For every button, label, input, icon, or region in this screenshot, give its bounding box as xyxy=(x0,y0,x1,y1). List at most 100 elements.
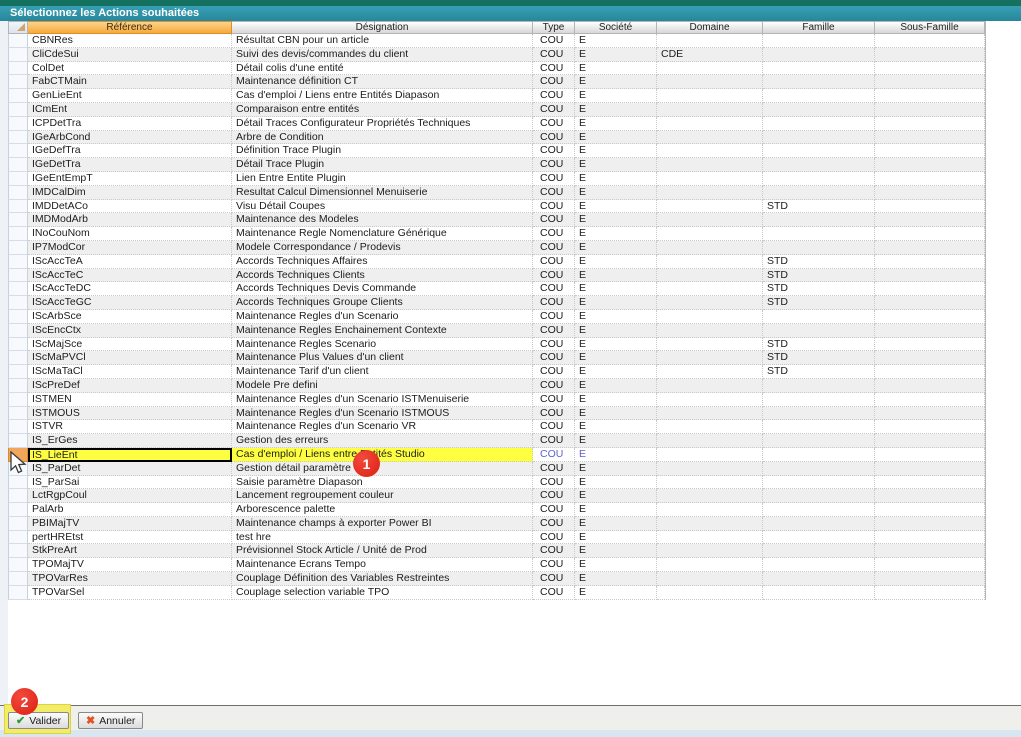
row-selector-cell[interactable] xyxy=(8,117,28,131)
cell-des-cell: Détail Traces Configurateur Propriétés T… xyxy=(232,117,533,131)
row-selector-cell[interactable] xyxy=(8,572,28,586)
table-row[interactable]: ISTVRMaintenance Regles d'un Scenario VR… xyxy=(8,420,985,434)
table-row[interactable]: ISTMENMaintenance Regles d'un Scenario I… xyxy=(8,393,985,407)
column-header-type[interactable]: Type xyxy=(533,21,575,34)
row-selector-cell[interactable] xyxy=(8,489,28,503)
row-selector-cell[interactable] xyxy=(8,407,28,421)
select-all-corner-cell[interactable] xyxy=(8,21,28,34)
table-row[interactable]: IS_ParDetGestion détail paramètreCOUE xyxy=(8,462,985,476)
column-header-sfam[interactable]: Sous-Famille xyxy=(875,21,985,34)
row-selector-cell[interactable] xyxy=(8,172,28,186)
table-row[interactable]: pertHREtsttest hreCOUE xyxy=(8,531,985,545)
table-row[interactable]: IScAccTeCAccords Techniques ClientsCOUES… xyxy=(8,269,985,283)
cell-sfam xyxy=(875,103,985,117)
table-row[interactable]: IMDModArbMaintenance des ModelesCOUE xyxy=(8,213,985,227)
row-selector-cell[interactable] xyxy=(8,241,28,255)
row-selector-cell[interactable] xyxy=(8,517,28,531)
row-selector-cell[interactable] xyxy=(8,393,28,407)
row-selector-cell[interactable] xyxy=(8,75,28,89)
row-selector-cell[interactable] xyxy=(8,144,28,158)
table-row[interactable]: IS_ParSaiSaisie paramètre DiapasonCOUE xyxy=(8,476,985,490)
row-selector-cell[interactable] xyxy=(8,200,28,214)
row-selector-cell[interactable] xyxy=(8,310,28,324)
row-selector-cell[interactable] xyxy=(8,282,28,296)
table-row[interactable]: IP7ModCorModele Correspondance / Prodevi… xyxy=(8,241,985,255)
step-1-badge: 1 xyxy=(353,450,380,477)
row-selector-cell[interactable] xyxy=(8,269,28,283)
row-selector-cell[interactable] xyxy=(8,476,28,490)
table-row[interactable]: CliCdeSuiSuivi des devis/commandes du cl… xyxy=(8,48,985,62)
table-row[interactable]: IGeDefTraDéfinition Trace PluginCOUE xyxy=(8,144,985,158)
row-selector-cell[interactable] xyxy=(8,255,28,269)
table-row[interactable]: ISTMOUSMaintenance Regles d'un Scenario … xyxy=(8,407,985,421)
row-selector-cell[interactable] xyxy=(8,324,28,338)
cell-sfam xyxy=(875,517,985,531)
cell-des-cell: Accords Techniques Affaires xyxy=(232,255,533,269)
row-selector-cell[interactable] xyxy=(8,62,28,76)
table-row[interactable]: GenLieEntCas d'emploi / Liens entre Enti… xyxy=(8,89,985,103)
row-selector-cell[interactable] xyxy=(8,586,28,600)
row-selector-cell[interactable] xyxy=(8,338,28,352)
annuler-button[interactable]: ✖ Annuler xyxy=(78,712,143,729)
row-selector-cell[interactable] xyxy=(8,365,28,379)
table-row[interactable]: TPOMajTVMaintenance Ecrans TempoCOUE xyxy=(8,558,985,572)
table-row[interactable]: CBNResRésultat CBN pour un articleCOUE xyxy=(8,34,985,48)
table-row[interactable]: TPOVarSelCouplage selection variable TPO… xyxy=(8,586,985,600)
cell-fam xyxy=(763,75,875,89)
row-selector-cell[interactable] xyxy=(8,558,28,572)
column-header-des-cell[interactable]: Désignation xyxy=(232,21,533,34)
row-selector-cell[interactable] xyxy=(8,186,28,200)
row-selector-cell[interactable] xyxy=(8,544,28,558)
valider-button[interactable]: ✔ Valider xyxy=(8,712,69,729)
table-row[interactable]: IS_ErGesGestion des erreursCOUE xyxy=(8,434,985,448)
table-row[interactable]: IScAccTeDCAccords Techniques Devis Comma… xyxy=(8,282,985,296)
row-selector-cell[interactable] xyxy=(8,34,28,48)
table-row[interactable]: PBIMajTVMaintenance champs à exporter Po… xyxy=(8,517,985,531)
table-row[interactable]: IScMajSceMaintenance Regles ScenarioCOUE… xyxy=(8,338,985,352)
table-row[interactable]: IGeDetTraDétail Trace PluginCOUE xyxy=(8,158,985,172)
table-row[interactable]: IScPreDefModele Pre definiCOUE xyxy=(8,379,985,393)
table-row[interactable]: IScMaPVClMaintenance Plus Values d'un cl… xyxy=(8,351,985,365)
table-row[interactable]: IScMaTaClMaintenance Tarif d'un clientCO… xyxy=(8,365,985,379)
row-selector-cell[interactable] xyxy=(8,158,28,172)
table-row[interactable]: IScEncCtxMaintenance Regles Enchainement… xyxy=(8,324,985,338)
table-row[interactable]: PalArbArborescence paletteCOUE xyxy=(8,503,985,517)
column-header-fam[interactable]: Famille xyxy=(763,21,875,34)
row-selector-cell[interactable] xyxy=(8,131,28,145)
cell-type: COU xyxy=(533,255,575,269)
table-row[interactable]: StkPreArtPrévisionnel Stock Article / Un… xyxy=(8,544,985,558)
table-row[interactable]: ICPDetTraDétail Traces Configurateur Pro… xyxy=(8,117,985,131)
table-row[interactable]: IScAccTeAAccords Techniques AffairesCOUE… xyxy=(8,255,985,269)
table-row-selected[interactable]: IS_LieEntCas d'emploi / Liens entre Enti… xyxy=(8,448,985,462)
table-row[interactable]: ICmEntComparaison entre entitésCOUE xyxy=(8,103,985,117)
cell-ref-cell: TPOVarSel xyxy=(28,586,232,600)
row-selector-cell[interactable] xyxy=(8,379,28,393)
table-row[interactable]: ColDetDétail colis d'une entitéCOUE xyxy=(8,62,985,76)
table-row[interactable]: IGeEntEmpTLien Entre Entite PluginCOUE xyxy=(8,172,985,186)
row-selector-cell[interactable] xyxy=(8,434,28,448)
row-selector-cell[interactable] xyxy=(8,227,28,241)
column-header-soc[interactable]: Société xyxy=(575,21,657,34)
table-row[interactable]: IScArbSceMaintenance Regles d'un Scenari… xyxy=(8,310,985,324)
row-selector-cell[interactable] xyxy=(8,89,28,103)
table-row[interactable]: LctRgpCoulLancement regroupement couleur… xyxy=(8,489,985,503)
table-row[interactable]: IGeArbCondArbre de ConditionCOUE xyxy=(8,131,985,145)
column-header-ref-cell[interactable]: Référence xyxy=(28,21,232,34)
table-row[interactable]: IMDCalDimResultat Calcul Dimensionnel Me… xyxy=(8,186,985,200)
cell-des-cell: Maintenance Ecrans Tempo xyxy=(232,558,533,572)
row-selector-cell[interactable] xyxy=(8,213,28,227)
table-row[interactable]: TPOVarResCouplage Définition des Variabl… xyxy=(8,572,985,586)
row-selector-cell[interactable] xyxy=(8,503,28,517)
table-row[interactable]: IScAccTeGCAccords Techniques Groupe Clie… xyxy=(8,296,985,310)
row-selector-cell[interactable] xyxy=(8,103,28,117)
column-header-dom[interactable]: Domaine xyxy=(657,21,763,34)
row-selector-cell[interactable] xyxy=(8,48,28,62)
row-selector-cell[interactable] xyxy=(8,531,28,545)
row-selector-cell[interactable] xyxy=(8,296,28,310)
table-row[interactable]: FabCTMainMaintenance définition CTCOUE xyxy=(8,75,985,89)
table-row[interactable]: INoCouNomMaintenance Regle Nomenclature … xyxy=(8,227,985,241)
row-selector-cell[interactable] xyxy=(8,420,28,434)
table-row[interactable]: IMDDetACoVisu Détail CoupesCOUESTD xyxy=(8,200,985,214)
row-selector-cell[interactable] xyxy=(8,351,28,365)
cell-fam xyxy=(763,544,875,558)
